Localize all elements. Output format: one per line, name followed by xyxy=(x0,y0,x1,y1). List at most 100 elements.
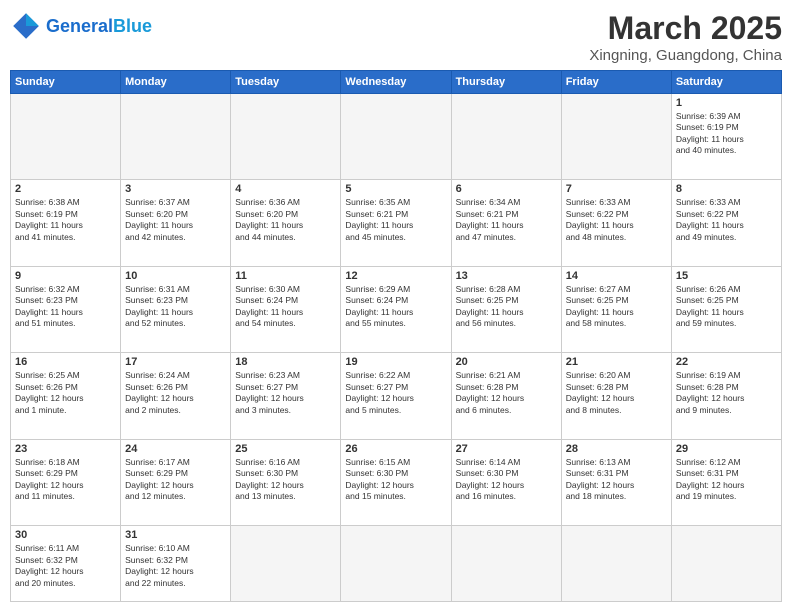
calendar-cell xyxy=(11,94,121,180)
day-number: 15 xyxy=(676,270,777,282)
calendar-cell: 18Sunrise: 6:23 AM Sunset: 6:27 PM Dayli… xyxy=(231,353,341,439)
day-number: 16 xyxy=(15,356,116,368)
day-number: 25 xyxy=(235,443,336,455)
day-info: Sunrise: 6:13 AM Sunset: 6:31 PM Dayligh… xyxy=(566,457,667,503)
weekday-header-wednesday: Wednesday xyxy=(341,71,451,94)
day-info: Sunrise: 6:28 AM Sunset: 6:25 PM Dayligh… xyxy=(456,284,557,330)
calendar-cell: 31Sunrise: 6:10 AM Sunset: 6:32 PM Dayli… xyxy=(121,526,231,602)
day-info: Sunrise: 6:29 AM Sunset: 6:24 PM Dayligh… xyxy=(345,284,446,330)
day-info: Sunrise: 6:18 AM Sunset: 6:29 PM Dayligh… xyxy=(15,457,116,503)
calendar-cell: 23Sunrise: 6:18 AM Sunset: 6:29 PM Dayli… xyxy=(11,439,121,525)
day-info: Sunrise: 6:33 AM Sunset: 6:22 PM Dayligh… xyxy=(566,197,667,243)
calendar-row-0: 1 Sunrise: 6:39 AM Sunset: 6:19 PM Daylig… xyxy=(11,94,782,180)
calendar-cell: 22Sunrise: 6:19 AM Sunset: 6:28 PM Dayli… xyxy=(671,353,781,439)
day-info: Sunrise: 6:36 AM Sunset: 6:20 PM Dayligh… xyxy=(235,197,336,243)
day-info: Sunrise: 6:22 AM Sunset: 6:27 PM Dayligh… xyxy=(345,370,446,416)
weekday-header-row: SundayMondayTuesdayWednesdayThursdayFrid… xyxy=(11,71,782,94)
calendar-cell: 15 Sunrise: 6:26 AM Sunset: 6:25 PM Dayli… xyxy=(671,266,781,352)
calendar-cell: 29 Sunrise: 6:12 AM Sunset: 6:31 PM Dayli… xyxy=(671,439,781,525)
day-number: 22 xyxy=(676,356,777,368)
day-number: 11 xyxy=(235,270,336,282)
day-info: Sunrise: 6:24 AM Sunset: 6:26 PM Dayligh… xyxy=(125,370,226,416)
calendar-cell: 11 Sunrise: 6:30 AM Sunset: 6:24 PM Dayli… xyxy=(231,266,341,352)
calendar-cell xyxy=(231,94,341,180)
day-info: Sunrise: 6:34 AM Sunset: 6:21 PM Dayligh… xyxy=(456,197,557,243)
calendar-cell: 6 Sunrise: 6:34 AM Sunset: 6:21 PM Daylig… xyxy=(451,180,561,266)
calendar-cell: 5Sunrise: 6:35 AM Sunset: 6:21 PM Daylig… xyxy=(341,180,451,266)
page: GeneralBlue March 2025 Xingning, Guangdo… xyxy=(0,0,792,612)
day-info: Sunrise: 6:14 AM Sunset: 6:30 PM Dayligh… xyxy=(456,457,557,503)
calendar-cell: 26 Sunrise: 6:15 AM Sunset: 6:30 PM Dayli… xyxy=(341,439,451,525)
calendar-cell: 13Sunrise: 6:28 AM Sunset: 6:25 PM Dayli… xyxy=(451,266,561,352)
logo-icon xyxy=(10,10,42,42)
calendar-row-4: 23Sunrise: 6:18 AM Sunset: 6:29 PM Dayli… xyxy=(11,439,782,525)
day-info: Sunrise: 6:12 AM Sunset: 6:31 PM Dayligh… xyxy=(676,457,777,503)
day-number: 20 xyxy=(456,356,557,368)
day-info: Sunrise: 6:10 AM Sunset: 6:32 PM Dayligh… xyxy=(125,543,226,589)
day-number: 29 xyxy=(676,443,777,455)
day-info: Sunrise: 6:38 AM Sunset: 6:19 PM Dayligh… xyxy=(15,197,116,243)
day-info: Sunrise: 6:32 AM Sunset: 6:23 PM Dayligh… xyxy=(15,284,116,330)
day-info: Sunrise: 6:15 AM Sunset: 6:30 PM Dayligh… xyxy=(345,457,446,503)
calendar-cell: 20Sunrise: 6:21 AM Sunset: 6:28 PM Dayli… xyxy=(451,353,561,439)
calendar-cell xyxy=(341,526,451,602)
weekday-header-sunday: Sunday xyxy=(11,71,121,94)
logo-blue: Blue xyxy=(113,16,152,36)
day-info: Sunrise: 6:30 AM Sunset: 6:24 PM Dayligh… xyxy=(235,284,336,330)
day-number: 1 xyxy=(676,97,777,109)
calendar-cell: 28Sunrise: 6:13 AM Sunset: 6:31 PM Dayli… xyxy=(561,439,671,525)
day-info: Sunrise: 6:39 AM Sunset: 6:19 PM Dayligh… xyxy=(676,111,777,157)
day-number: 4 xyxy=(235,183,336,195)
day-info: Sunrise: 6:20 AM Sunset: 6:28 PM Dayligh… xyxy=(566,370,667,416)
day-number: 27 xyxy=(456,443,557,455)
day-info: Sunrise: 6:23 AM Sunset: 6:27 PM Dayligh… xyxy=(235,370,336,416)
calendar-row-3: 16 Sunrise: 6:25 AM Sunset: 6:26 PM Dayli… xyxy=(11,353,782,439)
day-number: 12 xyxy=(345,270,446,282)
day-number: 7 xyxy=(566,183,667,195)
calendar-cell: 19 Sunrise: 6:22 AM Sunset: 6:27 PM Dayli… xyxy=(341,353,451,439)
day-number: 6 xyxy=(456,183,557,195)
day-number: 2 xyxy=(15,183,116,195)
day-info: Sunrise: 6:17 AM Sunset: 6:29 PM Dayligh… xyxy=(125,457,226,503)
title-block: March 2025 Xingning, Guangdong, China xyxy=(589,10,782,64)
weekday-header-thursday: Thursday xyxy=(451,71,561,94)
location: Xingning, Guangdong, China xyxy=(589,47,782,64)
logo-text: GeneralBlue xyxy=(46,16,152,37)
calendar-cell xyxy=(121,94,231,180)
day-info: Sunrise: 6:26 AM Sunset: 6:25 PM Dayligh… xyxy=(676,284,777,330)
calendar-cell xyxy=(561,94,671,180)
day-number: 14 xyxy=(566,270,667,282)
day-info: Sunrise: 6:31 AM Sunset: 6:23 PM Dayligh… xyxy=(125,284,226,330)
day-info: Sunrise: 6:25 AM Sunset: 6:26 PM Dayligh… xyxy=(15,370,116,416)
calendar-cell: 16 Sunrise: 6:25 AM Sunset: 6:26 PM Dayli… xyxy=(11,353,121,439)
calendar-row-5: 30 Sunrise: 6:11 AM Sunset: 6:32 PM Dayli… xyxy=(11,526,782,602)
weekday-header-saturday: Saturday xyxy=(671,71,781,94)
day-info: Sunrise: 6:37 AM Sunset: 6:20 PM Dayligh… xyxy=(125,197,226,243)
calendar-cell: 8Sunrise: 6:33 AM Sunset: 6:22 PM Daylig… xyxy=(671,180,781,266)
calendar-cell xyxy=(561,526,671,602)
calendar-cell: 12 Sunrise: 6:29 AM Sunset: 6:24 PM Dayli… xyxy=(341,266,451,352)
weekday-header-friday: Friday xyxy=(561,71,671,94)
calendar-cell: 3Sunrise: 6:37 AM Sunset: 6:20 PM Daylig… xyxy=(121,180,231,266)
calendar-cell xyxy=(451,94,561,180)
calendar-table: SundayMondayTuesdayWednesdayThursdayFrid… xyxy=(10,70,782,602)
calendar-cell: 25Sunrise: 6:16 AM Sunset: 6:30 PM Dayli… xyxy=(231,439,341,525)
day-number: 24 xyxy=(125,443,226,455)
day-number: 5 xyxy=(345,183,446,195)
calendar-row-2: 9Sunrise: 6:32 AM Sunset: 6:23 PM Daylig… xyxy=(11,266,782,352)
weekday-header-tuesday: Tuesday xyxy=(231,71,341,94)
calendar-cell xyxy=(231,526,341,602)
calendar-cell: 24 Sunrise: 6:17 AM Sunset: 6:29 PM Dayli… xyxy=(121,439,231,525)
day-number: 30 xyxy=(15,529,116,541)
day-number: 26 xyxy=(345,443,446,455)
calendar-cell: 21Sunrise: 6:20 AM Sunset: 6:28 PM Dayli… xyxy=(561,353,671,439)
day-number: 10 xyxy=(125,270,226,282)
calendar-cell: 2 Sunrise: 6:38 AM Sunset: 6:19 PM Daylig… xyxy=(11,180,121,266)
day-number: 19 xyxy=(345,356,446,368)
calendar-cell: 1 Sunrise: 6:39 AM Sunset: 6:19 PM Daylig… xyxy=(671,94,781,180)
day-info: Sunrise: 6:11 AM Sunset: 6:32 PM Dayligh… xyxy=(15,543,116,589)
logo: GeneralBlue xyxy=(10,10,152,42)
calendar-cell: 30 Sunrise: 6:11 AM Sunset: 6:32 PM Dayli… xyxy=(11,526,121,602)
day-info: Sunrise: 6:33 AM Sunset: 6:22 PM Dayligh… xyxy=(676,197,777,243)
month-title: March 2025 xyxy=(589,10,782,47)
